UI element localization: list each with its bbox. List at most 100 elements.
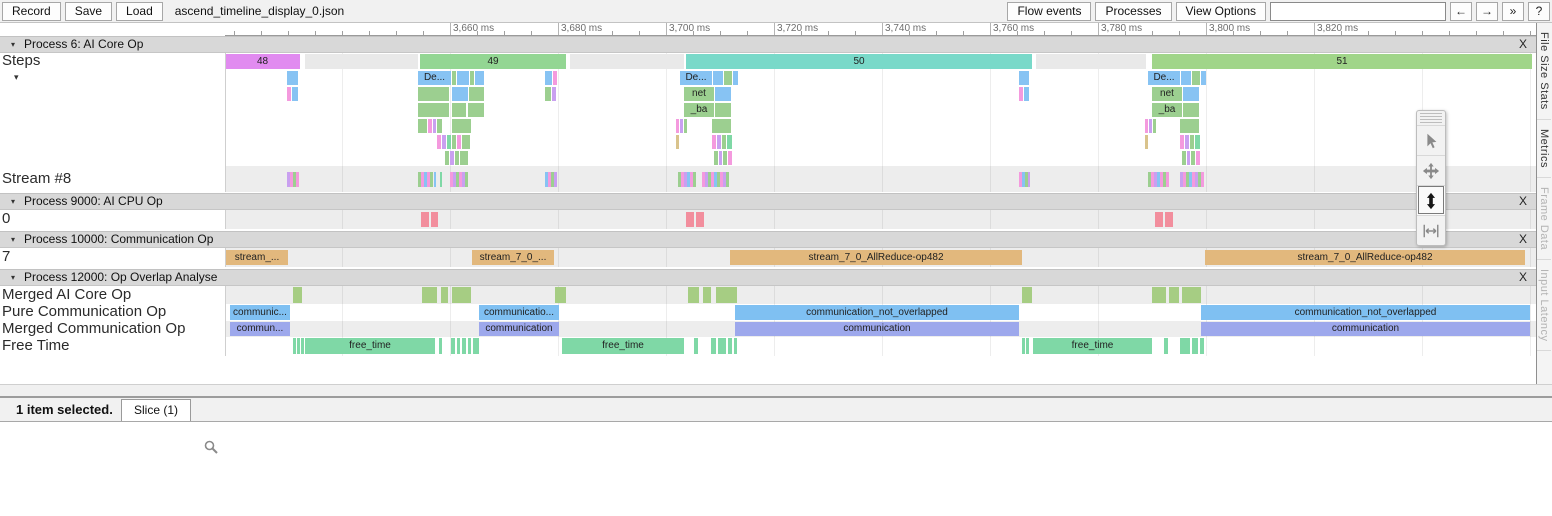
timeline-slice[interactable] (422, 287, 437, 303)
timeline-slice[interactable] (676, 135, 679, 149)
vertical-zoom-tool-button[interactable] (1417, 185, 1445, 215)
panel-splitter[interactable] (0, 384, 1552, 398)
timeline-slice[interactable] (468, 338, 471, 354)
timeline-slice[interactable]: 51 (1152, 54, 1532, 69)
timeline-slice[interactable] (462, 135, 470, 149)
timeline-slice[interactable]: commun... (230, 322, 290, 336)
track-label-merged-ai-core-op[interactable]: Merged AI Core Op (0, 286, 225, 304)
timeline-slice[interactable] (1028, 172, 1030, 187)
timeline-slice[interactable] (712, 119, 731, 133)
timeline-slice[interactable] (711, 338, 716, 354)
timeline-slice[interactable] (437, 135, 441, 149)
timeline-slice[interactable] (726, 172, 729, 187)
timeline-slice[interactable] (301, 338, 304, 354)
timeline-slice[interactable] (305, 54, 418, 69)
tab-slice[interactable]: Slice (1) (121, 399, 191, 421)
timeline-slice[interactable]: free_time (305, 338, 435, 354)
timeline-slice[interactable] (1153, 119, 1156, 133)
timeline-slice[interactable] (1187, 151, 1190, 165)
timeline-slice[interactable] (1181, 71, 1191, 85)
timeline-slice[interactable] (1026, 338, 1029, 354)
timeline-slice[interactable] (703, 287, 711, 303)
timeline-slice[interactable]: free_time (1033, 338, 1152, 354)
palette-drag-handle[interactable] (1420, 113, 1442, 123)
timeline-slice[interactable] (1145, 119, 1148, 133)
selection-tool-button[interactable] (1417, 125, 1445, 155)
record-button[interactable]: Record (2, 2, 61, 21)
timeline-slice[interactable]: free_time (562, 338, 684, 354)
timeline-slice[interactable]: stream_7_0_AllReduce-op482 (1205, 250, 1525, 265)
timeline-track[interactable]: netnet (225, 86, 1536, 102)
timeline-track[interactable] (225, 166, 1536, 192)
timeline-slice[interactable]: 49 (420, 54, 566, 69)
timeline-slice[interactable]: 50 (686, 54, 1032, 69)
side-tab-file-size-stats[interactable]: File Size Stats (1537, 23, 1551, 120)
timeline-slice[interactable] (714, 151, 718, 165)
timeline-slice[interactable] (676, 119, 679, 133)
timeline-slice[interactable] (468, 103, 484, 117)
timeline-slice[interactable] (447, 135, 451, 149)
timeline-slice[interactable] (712, 135, 716, 149)
timeline-slice[interactable] (1165, 212, 1173, 227)
timeline-slice[interactable] (465, 172, 468, 187)
find-next-button[interactable]: → (1476, 2, 1498, 21)
help-button[interactable]: ? (1528, 2, 1550, 21)
timeline-slice[interactable] (724, 71, 732, 85)
close-process-button[interactable]: X (1519, 270, 1527, 285)
process-header[interactable]: ▾Process 9000: AI CPU OpX (0, 193, 1536, 210)
more-options-button[interactable]: » (1502, 2, 1524, 21)
search-input[interactable] (1270, 2, 1446, 21)
timeline-slice[interactable] (293, 338, 296, 354)
process-header[interactable]: ▾Process 12000: Op Overlap AnalyseX (0, 269, 1536, 286)
timeline-slice[interactable] (439, 338, 442, 354)
timeline-slice[interactable] (1192, 338, 1198, 354)
timing-tool-button[interactable] (1417, 215, 1445, 245)
timeline-slice[interactable] (1180, 135, 1184, 149)
timeline-slice[interactable] (1200, 338, 1204, 354)
timeline-slice[interactable] (457, 71, 469, 85)
timeline-slice[interactable] (470, 71, 474, 85)
timeline-slice[interactable] (1201, 172, 1204, 187)
timeline-slice[interactable]: 48 (225, 54, 300, 69)
timeline-slice[interactable] (431, 212, 438, 227)
timeline-slice[interactable] (287, 71, 298, 85)
timeline-slice[interactable]: stream_... (226, 250, 288, 265)
timeline-slice[interactable] (1191, 151, 1195, 165)
timeline-slice[interactable] (452, 87, 468, 101)
timeline-slice[interactable] (1022, 287, 1032, 303)
time-ruler[interactable]: 3,660 ms3,680 ms3,700 ms3,720 ms3,740 ms… (225, 23, 1536, 36)
timeline-slice[interactable]: De... (680, 71, 712, 85)
side-tab-input-latency[interactable]: Input Latency (1537, 260, 1551, 352)
timeline-slice[interactable] (688, 287, 699, 303)
timeline-slice[interactable] (469, 87, 484, 101)
track-label-steps[interactable]: Steps (0, 53, 225, 70)
timeline-slice[interactable] (728, 338, 732, 354)
timeline-slice[interactable] (552, 87, 556, 101)
timeline-slice[interactable]: communication_not_overlapped (735, 305, 1019, 320)
close-process-button[interactable]: X (1519, 37, 1527, 52)
timeline-slice[interactable] (287, 87, 291, 101)
timeline-slice[interactable] (437, 119, 442, 133)
track-label-stream-8[interactable]: Stream #8 (0, 166, 225, 192)
timeline-slice[interactable] (460, 151, 468, 165)
timeline-slice[interactable] (728, 151, 732, 165)
side-tab-metrics[interactable]: Metrics (1537, 120, 1551, 178)
timeline-slice[interactable] (1190, 135, 1194, 149)
timeline-slice[interactable] (1152, 287, 1166, 303)
timeline-track[interactable] (225, 210, 1536, 229)
timeline-slice[interactable] (545, 87, 551, 101)
timeline-slice[interactable] (680, 119, 683, 133)
timeline-slice[interactable] (722, 135, 726, 149)
timeline-slice[interactable] (696, 212, 704, 227)
timeline-slice[interactable] (421, 212, 429, 227)
timeline-slice[interactable] (451, 338, 455, 354)
timeline-slice[interactable] (1180, 119, 1199, 133)
timeline-slice[interactable] (693, 172, 696, 187)
timeline-slice[interactable] (297, 338, 300, 354)
timeline-slice[interactable] (553, 71, 557, 85)
close-process-button[interactable]: X (1519, 194, 1527, 209)
collapse-triangle-icon[interactable]: ▾ (11, 232, 15, 247)
timeline-track[interactable]: stream_...stream_7_0_...stream_7_0_AllRe… (225, 248, 1536, 267)
timeline-track[interactable] (225, 134, 1536, 150)
track-label-0[interactable]: 0 (0, 210, 225, 229)
